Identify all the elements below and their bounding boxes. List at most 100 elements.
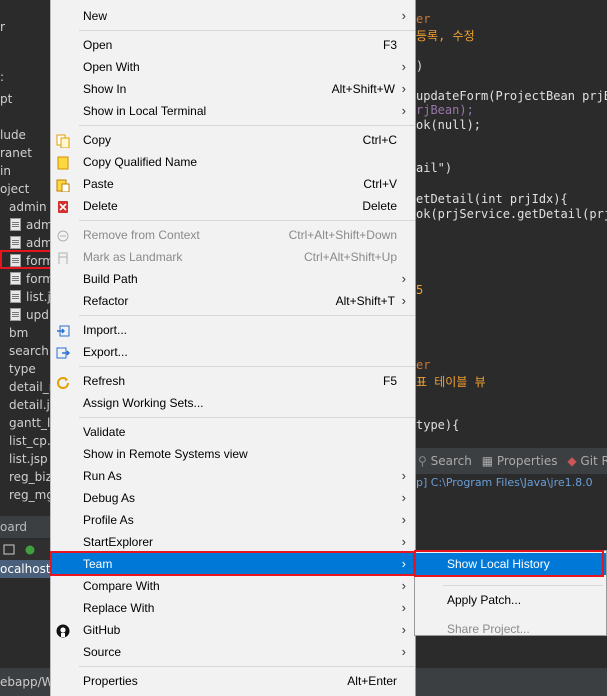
tree-item-label: type bbox=[9, 362, 36, 376]
view-tab-dashboard[interactable]: oard bbox=[0, 516, 50, 538]
menu-item-label: Debug As bbox=[83, 491, 136, 505]
code-editor[interactable]: er 등록, 수정) updateForm(ProjectBean prjBe rjB… bbox=[416, 0, 607, 444]
menu-item-assign-working-sets[interactable]: Assign Working Sets... bbox=[51, 392, 415, 414]
menu-item-github[interactable]: GitHub › bbox=[51, 619, 415, 641]
file-icon bbox=[10, 236, 21, 249]
tree-item-label: detail.js bbox=[9, 398, 50, 412]
tree-item[interactable]: reg_mg bbox=[9, 486, 50, 504]
tree-item-label: adm bbox=[26, 236, 50, 250]
menu-separator bbox=[79, 30, 415, 31]
tree-item[interactable]: lude bbox=[0, 126, 26, 144]
menu-item-profile-as[interactable]: Profile As › bbox=[51, 509, 415, 531]
menu-item-label: Copy bbox=[83, 133, 112, 147]
menu-item-label: Profile As bbox=[83, 513, 134, 527]
menu-item-delete[interactable]: Delete Delete bbox=[51, 195, 415, 217]
tree-item[interactable]: list.jsp bbox=[9, 450, 48, 468]
chevron-right-icon: › bbox=[401, 534, 406, 549]
tree-item[interactable]: in bbox=[0, 162, 11, 180]
landmark-icon bbox=[56, 250, 70, 264]
menu-item-import[interactable]: Import... bbox=[51, 319, 415, 341]
tree-item[interactable]: detail_m bbox=[9, 378, 50, 396]
github-icon bbox=[56, 623, 70, 638]
tree-item[interactable]: pt bbox=[0, 90, 12, 108]
tree-item-label: ranet bbox=[0, 146, 32, 160]
menu-item-export[interactable]: Export... bbox=[51, 341, 415, 363]
submenu-item-show-local-history[interactable]: Show Local History bbox=[415, 553, 606, 575]
menu-item-open[interactable]: Open F3 bbox=[51, 34, 415, 56]
menu-item-startexplorer[interactable]: StartExplorer › bbox=[51, 531, 415, 553]
tree-item[interactable]: list.j bbox=[10, 288, 50, 306]
file-icon bbox=[10, 290, 21, 303]
debug-bug-icon[interactable] bbox=[25, 545, 35, 555]
menu-item-label: Open With bbox=[83, 60, 140, 74]
servers-toolbar bbox=[0, 540, 50, 560]
chevron-right-icon: › bbox=[401, 644, 406, 659]
tree-item[interactable]: type bbox=[9, 360, 36, 378]
menu-item-shortcut: Ctrl+Alt+Shift+Down bbox=[288, 228, 397, 242]
toolbar-icons bbox=[3, 544, 35, 555]
tree-item[interactable]: reg_biz bbox=[9, 468, 50, 486]
tree-item[interactable]: adm bbox=[10, 216, 50, 234]
menu-item-properties[interactable]: Properties Alt+Enter bbox=[51, 670, 415, 692]
menu-item-show-in-local-terminal[interactable]: Show in Local Terminal › bbox=[51, 100, 415, 122]
menu-item-build-path[interactable]: Build Path › bbox=[51, 268, 415, 290]
tree-item-label: in bbox=[0, 164, 11, 178]
tree-item-label: admin bbox=[9, 200, 47, 214]
code-line: ail") bbox=[416, 161, 453, 175]
tree-item[interactable]: search bbox=[9, 342, 49, 360]
chevron-right-icon: › bbox=[401, 59, 406, 74]
tab-search[interactable]: Search bbox=[431, 454, 472, 468]
menu-item-label: Properties bbox=[83, 674, 138, 688]
tree-item[interactable]: admin bbox=[9, 198, 47, 216]
code-line: er bbox=[416, 12, 431, 26]
tab-git[interactable]: Git R bbox=[580, 454, 607, 468]
tree-item-label: search bbox=[9, 344, 49, 358]
context-menu: New › Open F3 Open With › Show In Alt+Shift+W › S… bbox=[50, 0, 416, 696]
tree-item[interactable]: r bbox=[0, 18, 5, 36]
menu-item-run-as[interactable]: Run As › bbox=[51, 465, 415, 487]
menu-item-paste[interactable]: Paste Ctrl+V bbox=[51, 173, 415, 195]
menu-item-shortcut: Alt+Enter bbox=[347, 674, 397, 688]
menu-item-show-in[interactable]: Show In Alt+Shift+W › bbox=[51, 78, 415, 100]
tree-item[interactable]: oject bbox=[0, 180, 29, 198]
menu-item-shortcut: Delete bbox=[362, 199, 397, 213]
file-icon bbox=[10, 308, 21, 321]
menu-item-debug-as[interactable]: Debug As › bbox=[51, 487, 415, 509]
submenu-item-label: Share Project... bbox=[447, 622, 530, 636]
menu-item-label: Export... bbox=[83, 345, 128, 359]
menu-item-shortcut: Alt+Shift+W bbox=[331, 82, 395, 96]
menu-item-shortcut: Ctrl+V bbox=[363, 177, 397, 191]
chevron-right-icon: › bbox=[401, 8, 406, 23]
menu-item-replace-with[interactable]: Replace With › bbox=[51, 597, 415, 619]
tree-item[interactable]: detail.js bbox=[9, 396, 50, 414]
menu-item-team[interactable]: Team › bbox=[51, 553, 415, 575]
properties-icon: ▦ bbox=[481, 454, 494, 468]
submenu-item-apply-patch[interactable]: Apply Patch... bbox=[415, 589, 606, 611]
menu-item-copy[interactable]: Copy Ctrl+C bbox=[51, 129, 415, 151]
tree-item[interactable]: gantt_li bbox=[9, 414, 50, 432]
menu-item-label: Open bbox=[83, 38, 113, 52]
menu-item-validate[interactable]: Validate bbox=[51, 421, 415, 443]
tree-item[interactable]: form bbox=[10, 270, 50, 288]
tab-properties[interactable]: Properties bbox=[497, 454, 558, 468]
tree-item-label: bm bbox=[9, 326, 29, 340]
menu-item-show-in-remote-systems-view[interactable]: Show in Remote Systems view bbox=[51, 443, 415, 465]
tree-item[interactable]: ranet bbox=[0, 144, 32, 162]
menu-item-refactor[interactable]: Refactor Alt+Shift+T › bbox=[51, 290, 415, 312]
menu-item-compare-with[interactable]: Compare With › bbox=[51, 575, 415, 597]
menu-item-open-with[interactable]: Open With › bbox=[51, 56, 415, 78]
menu-separator bbox=[79, 125, 415, 126]
tree-item[interactable]: bm bbox=[9, 324, 28, 342]
tree-item[interactable]: : bbox=[0, 68, 4, 86]
tree-item[interactable]: list_cp.j bbox=[9, 432, 50, 450]
menu-item-source[interactable]: Source › bbox=[51, 641, 415, 663]
tree-item[interactable]: upd bbox=[10, 306, 49, 324]
menu-item-copy-qualified-name[interactable]: Copy Qualified Name bbox=[51, 151, 415, 173]
copy-qualified-icon bbox=[56, 155, 70, 170]
server-localhost[interactable]: ocalhost bbox=[0, 560, 51, 578]
server-icon[interactable] bbox=[3, 544, 15, 555]
menu-item-refresh[interactable]: Refresh F5 bbox=[51, 370, 415, 392]
menu-item-label: Source bbox=[83, 645, 122, 659]
code-line: rjBean); bbox=[416, 103, 474, 117]
menu-item-new[interactable]: New › bbox=[51, 5, 415, 27]
